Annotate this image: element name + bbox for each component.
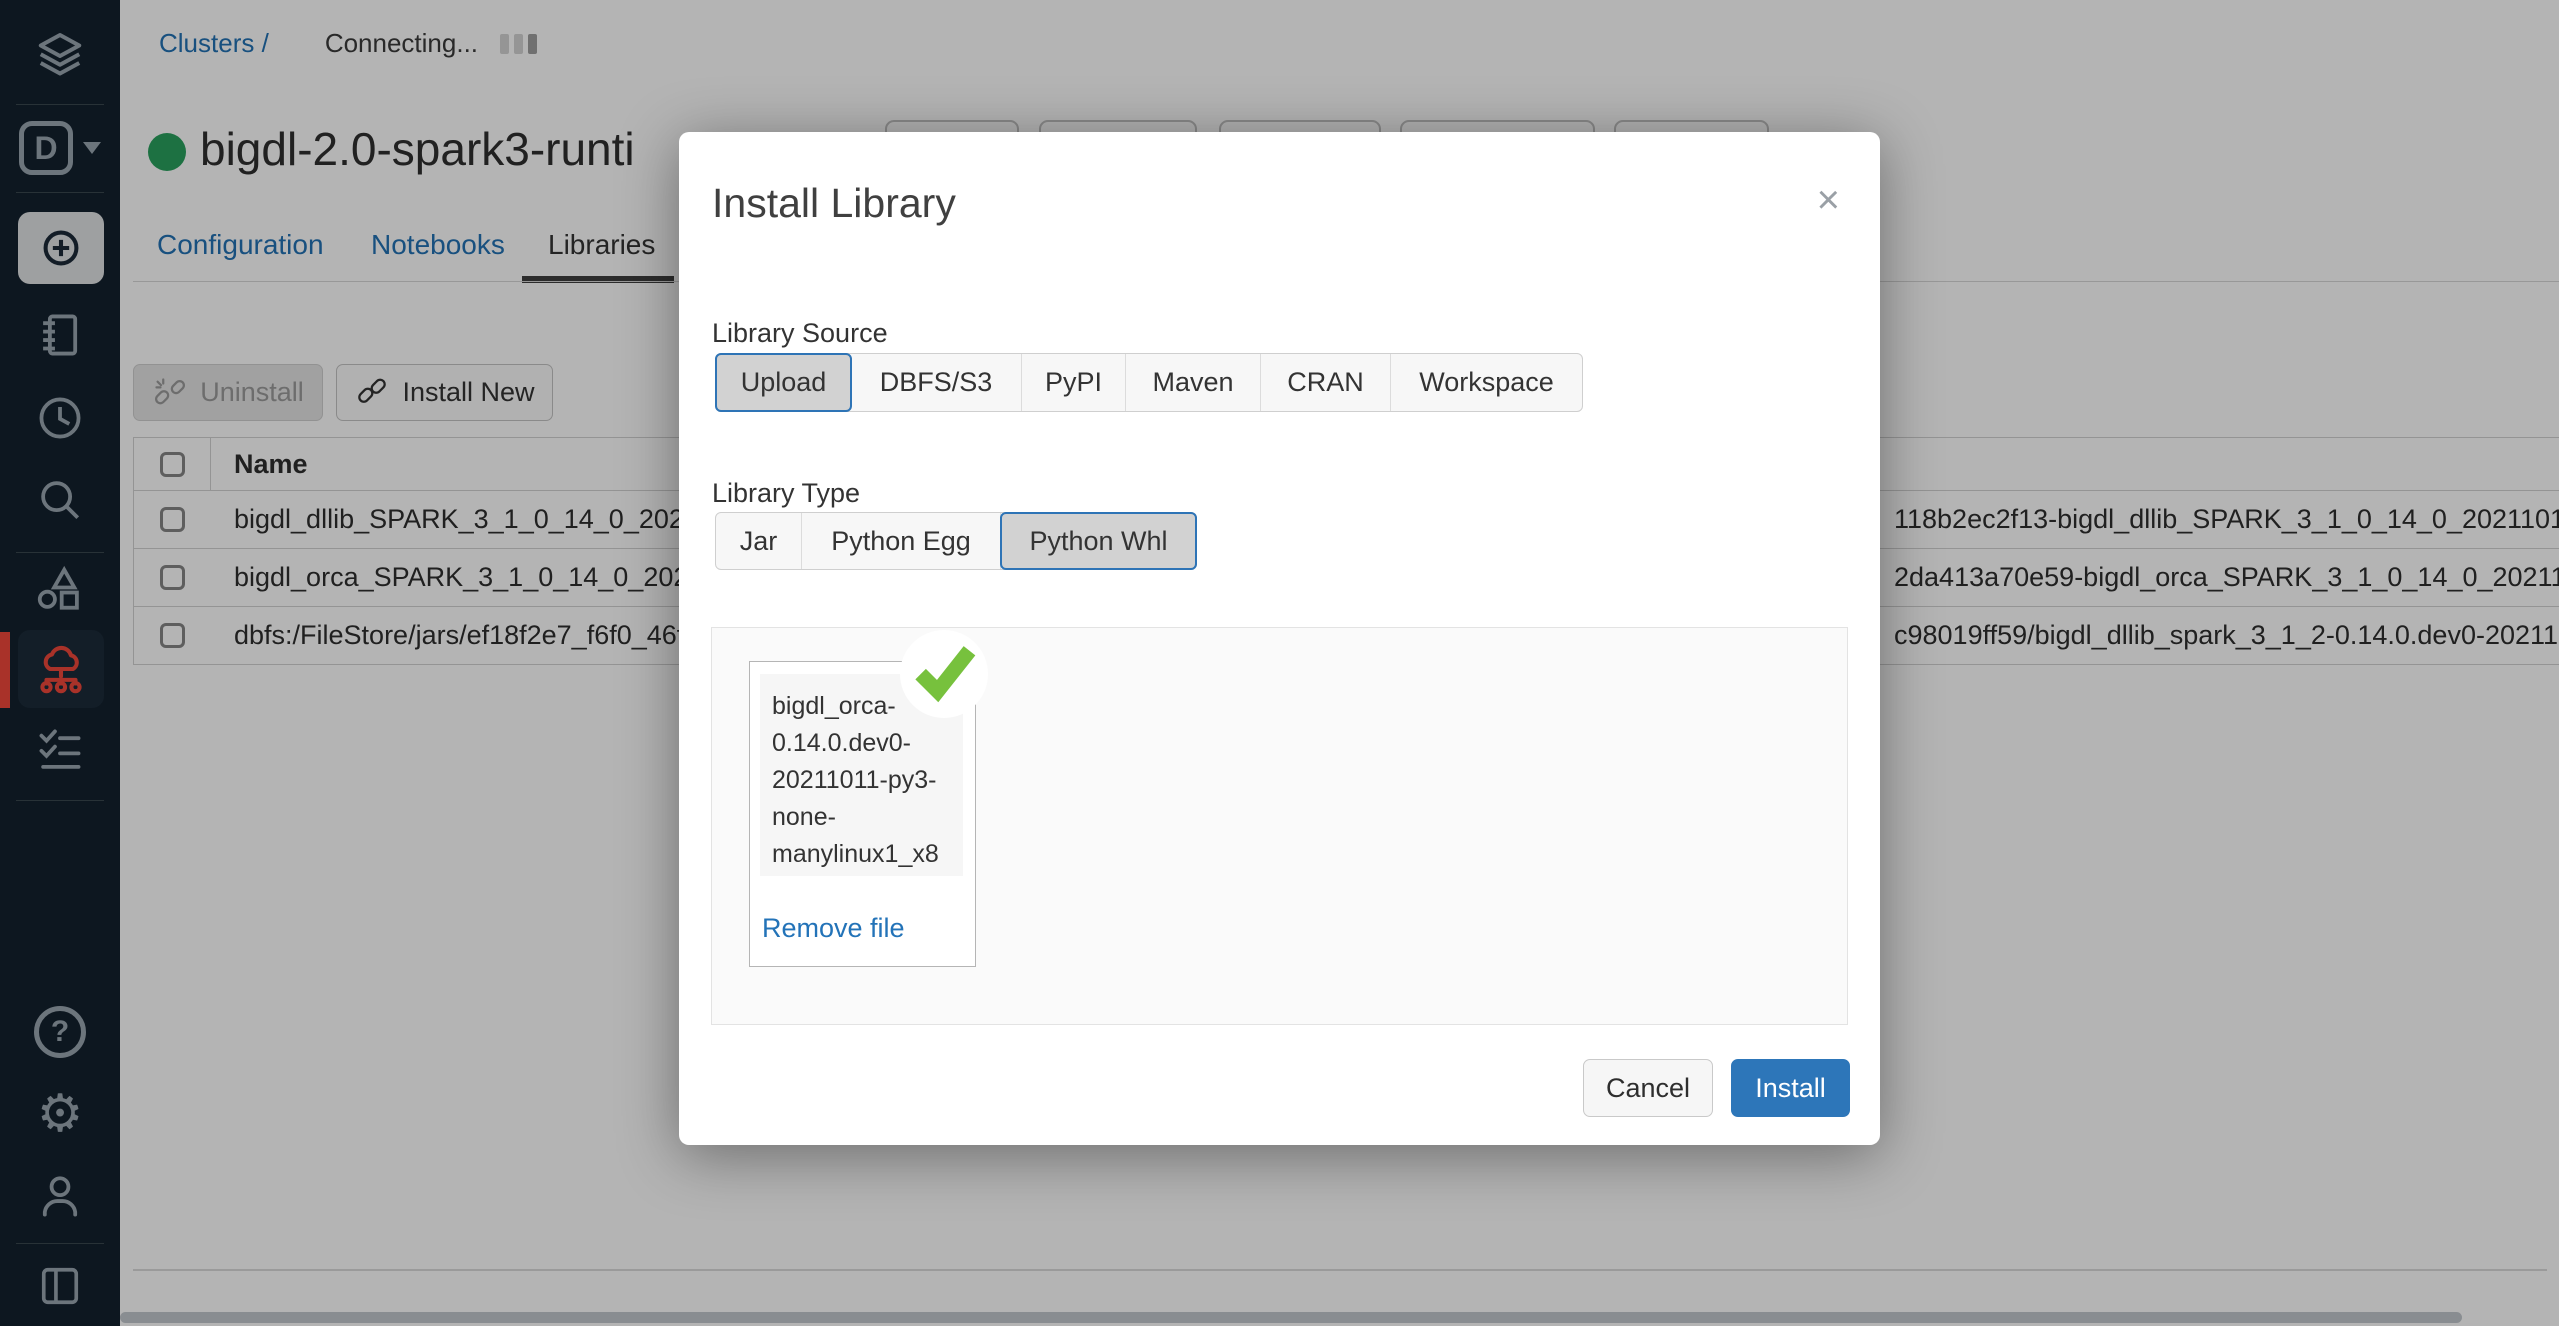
file-drop-area[interactable]: bigdl_orca-0.14.0.dev0-20211011-py3-none… [711, 627, 1848, 1025]
source-cran-button[interactable]: CRAN [1261, 354, 1391, 411]
close-icon[interactable]: × [1817, 180, 1840, 220]
install-button[interactable]: Install [1731, 1059, 1850, 1117]
cancel-button[interactable]: Cancel [1583, 1059, 1713, 1117]
uploaded-file-card: bigdl_orca-0.14.0.dev0-20211011-py3-none… [749, 661, 976, 967]
source-pypi-button[interactable]: PyPI [1022, 354, 1126, 411]
source-dbfs-s3-button[interactable]: DBFS/S3 [851, 354, 1022, 411]
source-maven-button[interactable]: Maven [1126, 354, 1261, 411]
remove-file-link[interactable]: Remove file [762, 913, 905, 944]
type-python-egg-button[interactable]: Python Egg [802, 513, 1001, 569]
app-root: D [0, 0, 2559, 1326]
source-upload-button[interactable]: Upload [715, 353, 852, 412]
source-workspace-button[interactable]: Workspace [1391, 354, 1582, 411]
check-icon [910, 638, 978, 706]
type-python-whl-button[interactable]: Python Whl [1000, 512, 1197, 570]
type-jar-button[interactable]: Jar [716, 513, 802, 569]
library-type-label: Library Type [712, 478, 860, 509]
library-source-label: Library Source [712, 318, 888, 349]
library-type-group: Jar Python Egg Python Whl [715, 512, 1197, 570]
modal-title: Install Library [712, 180, 956, 227]
install-library-modal: Install Library × Library Source Upload … [679, 132, 1880, 1145]
library-source-group: Upload DBFS/S3 PyPI Maven CRAN Workspace [715, 353, 1583, 412]
